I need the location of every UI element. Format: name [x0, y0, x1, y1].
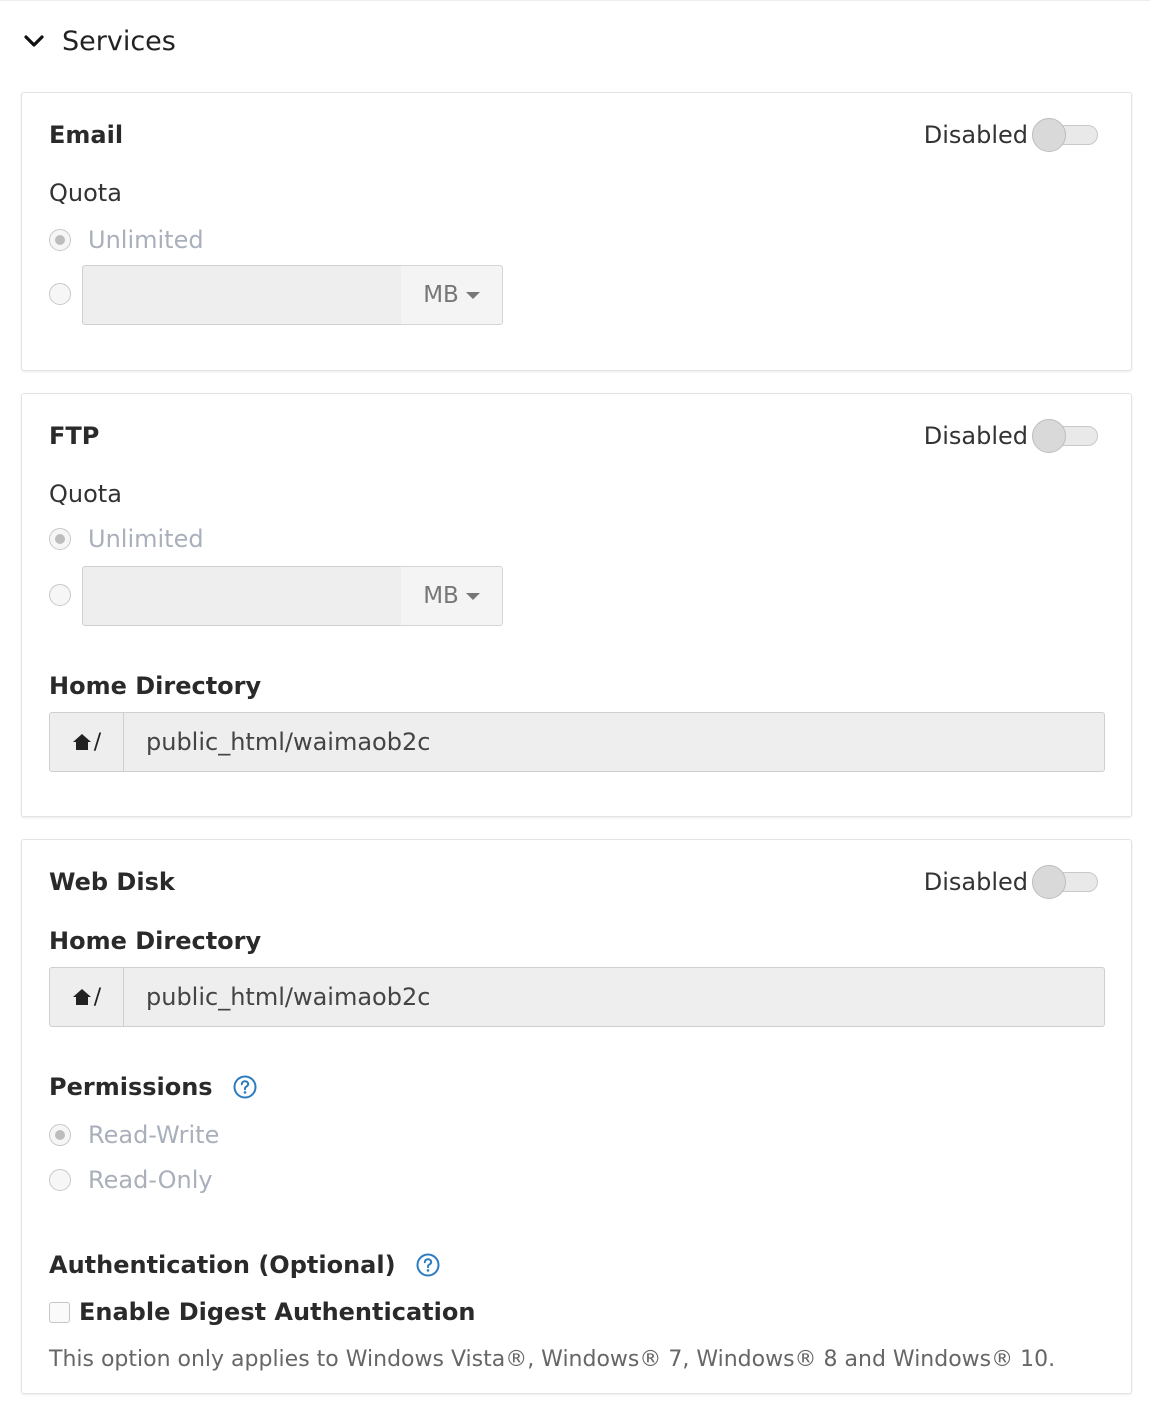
email-card: Email Disabled Quota Unlimited MB — [21, 92, 1132, 371]
perm-readwrite-radio[interactable] — [49, 1124, 71, 1146]
ftp-custom-quota-option[interactable] — [49, 584, 71, 606]
ftp-unlimited-option[interactable]: Unlimited — [49, 525, 204, 553]
home-icon — [72, 989, 91, 1005]
ftp-home-dir-group: / public_html/waimaob2c — [49, 712, 1105, 772]
auth-help-icon[interactable] — [416, 1253, 440, 1277]
email-quota-input[interactable] — [82, 265, 402, 325]
perm-readonly-radio[interactable] — [49, 1169, 71, 1191]
permissions-help-icon[interactable] — [233, 1075, 257, 1099]
email-unlimited-radio[interactable] — [49, 229, 71, 251]
webdisk-home-prefix-text: / — [93, 984, 102, 1010]
email-title: Email — [49, 121, 124, 149]
ftp-unit-value: MB — [423, 583, 459, 609]
webdisk-card: Web Disk Disabled Home Directory / publi… — [21, 839, 1132, 1394]
ftp-quota-input[interactable] — [82, 566, 402, 626]
email-toggle-group: Disabled — [924, 118, 1098, 152]
email-custom-quota-option[interactable] — [49, 283, 71, 305]
ftp-card: FTP Disabled Quota Unlimited MB Home Dir… — [21, 393, 1132, 817]
email-unlimited-label: Unlimited — [88, 226, 204, 254]
ftp-unlimited-label: Unlimited — [88, 525, 204, 553]
email-unit-select[interactable]: MB — [401, 265, 503, 325]
webdisk-home-dir-input[interactable]: public_html/waimaob2c — [124, 967, 1105, 1027]
ftp-title: FTP — [49, 422, 100, 450]
webdisk-toggle-label: Disabled — [923, 868, 1028, 896]
ftp-quota-label: Quota — [49, 480, 122, 508]
home-icon — [72, 734, 91, 750]
webdisk-title: Web Disk — [49, 868, 175, 896]
auth-label-row: Authentication (Optional) — [49, 1251, 440, 1279]
auth-label: Authentication (Optional) — [49, 1251, 396, 1279]
ftp-home-dir-input[interactable]: public_html/waimaob2c — [124, 712, 1105, 772]
webdisk-home-dir-label: Home Directory — [49, 927, 262, 955]
caret-down-icon — [465, 592, 480, 600]
top-divider — [0, 0, 1150, 4]
email-custom-quota-radio[interactable] — [49, 283, 71, 305]
digest-auth-checkbox[interactable] — [49, 1301, 70, 1323]
perm-readonly-label: Read-Only — [88, 1166, 213, 1194]
ftp-unlimited-radio[interactable] — [49, 528, 71, 550]
ftp-toggle-label: Disabled — [923, 422, 1028, 450]
email-toggle-switch[interactable] — [1032, 118, 1098, 152]
perm-readwrite-label: Read-Write — [88, 1121, 220, 1149]
webdisk-toggle-group: Disabled — [924, 865, 1098, 899]
email-unit-value: MB — [423, 282, 459, 308]
services-section-header[interactable]: Services — [22, 22, 176, 60]
ftp-toggle-group: Disabled — [924, 419, 1098, 453]
email-unlimited-option[interactable]: Unlimited — [49, 226, 204, 254]
ftp-home-prefix-text: / — [93, 729, 102, 755]
webdisk-toggle-switch[interactable] — [1032, 865, 1098, 899]
ftp-unit-select[interactable]: MB — [401, 566, 503, 626]
ftp-toggle-switch[interactable] — [1032, 419, 1098, 453]
perm-readonly-option[interactable]: Read-Only — [49, 1166, 213, 1194]
perm-readwrite-option[interactable]: Read-Write — [49, 1121, 219, 1149]
chevron-down-icon — [24, 35, 44, 47]
digest-auth-label: Enable Digest Authentication — [79, 1298, 476, 1326]
digest-help-text: This option only applies to Windows Vist… — [49, 1347, 1056, 1372]
ftp-custom-quota-radio[interactable] — [49, 584, 71, 606]
webdisk-home-dir-group: / public_html/waimaob2c — [49, 967, 1105, 1027]
permissions-label: Permissions — [49, 1073, 213, 1101]
webdisk-home-dir-prefix: / — [49, 967, 124, 1027]
email-quota-label: Quota — [49, 179, 122, 207]
ftp-home-dir-prefix: / — [49, 712, 124, 772]
ftp-home-dir-label: Home Directory — [49, 672, 262, 700]
caret-down-icon — [465, 291, 480, 299]
section-title: Services — [62, 25, 176, 57]
permissions-label-row: Permissions — [49, 1073, 257, 1101]
digest-auth-option[interactable]: Enable Digest Authentication — [49, 1298, 475, 1326]
email-toggle-label: Disabled — [923, 121, 1028, 149]
